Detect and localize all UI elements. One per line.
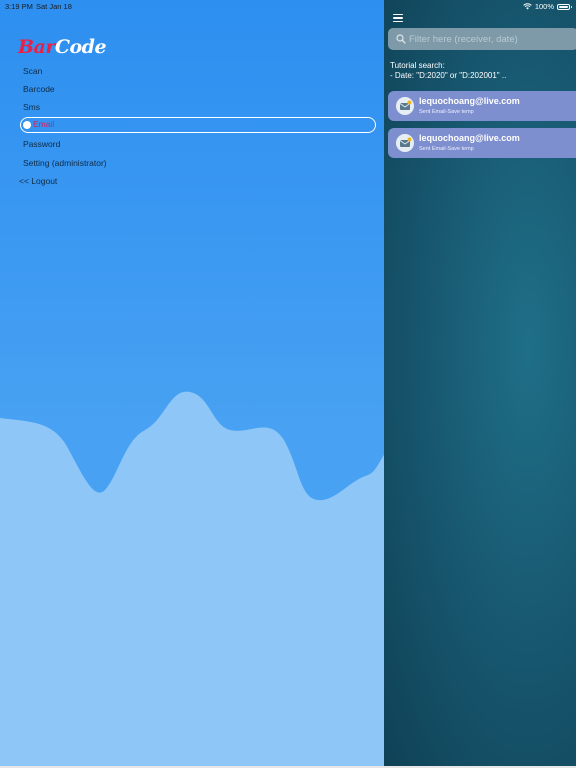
main-content: Tutorial search: - Date: "D:2020" or "D:… (384, 0, 576, 768)
envelope-avatar-icon (396, 97, 414, 115)
side-menu: BarCode Scan Barcode Sms Email Password … (0, 0, 384, 768)
item-status: Sent Email-Save temp (419, 109, 474, 115)
search-input[interactable] (409, 31, 574, 47)
menu-list: Scan Barcode Sms Email Password Setting … (20, 62, 376, 172)
menu-item-password[interactable]: Password (20, 135, 376, 153)
search-icon (396, 34, 406, 44)
menu-item-email-label: Email (33, 119, 55, 130)
status-right: 100% (523, 2, 572, 11)
tutorial-text: Tutorial search: - Date: "D:2020" or "D:… (390, 61, 570, 80)
tutorial-line-1: Tutorial search: (390, 61, 445, 70)
logo-part-1: Bar (18, 36, 55, 58)
list-item[interactable]: lequochoang@live.com Sent Email-Save tem… (388, 91, 576, 121)
wave-background (0, 391, 384, 768)
item-email: lequochoang@live.com (419, 96, 520, 106)
active-indicator-icon (23, 120, 31, 129)
item-status: Sent Email-Save temp (419, 146, 474, 152)
battery-percent: 100% (534, 2, 554, 11)
search-bar[interactable] (388, 28, 576, 50)
tutorial-line-2: - Date: "D:2020" or "D:202001" .. (390, 70, 507, 80)
menu-item-sms[interactable]: Sms (20, 98, 376, 116)
hamburger-line (393, 14, 403, 16)
menu-item-setting[interactable]: Setting (administrator) (20, 154, 376, 172)
wifi-icon (523, 3, 532, 10)
item-email: lequochoang@live.com (419, 133, 520, 143)
menu-item-email[interactable]: Email (20, 117, 376, 134)
status-date: Sat Jan 18 (36, 2, 72, 11)
menu-item-scan[interactable]: Scan (20, 62, 376, 80)
app-logo: BarCode (18, 36, 107, 58)
status-time: 3:19 PM (5, 2, 33, 11)
hamburger-line (393, 20, 403, 22)
envelope-avatar-icon (396, 134, 414, 152)
status-bar: 3:19 PM Sat Jan 18 100% (0, 0, 576, 12)
hamburger-line (393, 17, 403, 19)
logout-link[interactable]: << Logout (19, 176, 57, 186)
list-item[interactable]: lequochoang@live.com Sent Email-Save tem… (388, 128, 576, 158)
menu-item-barcode[interactable]: Barcode (20, 80, 376, 98)
battery-icon (557, 3, 572, 10)
hamburger-menu-icon[interactable] (393, 14, 403, 22)
logo-part-2: Code (54, 36, 107, 58)
